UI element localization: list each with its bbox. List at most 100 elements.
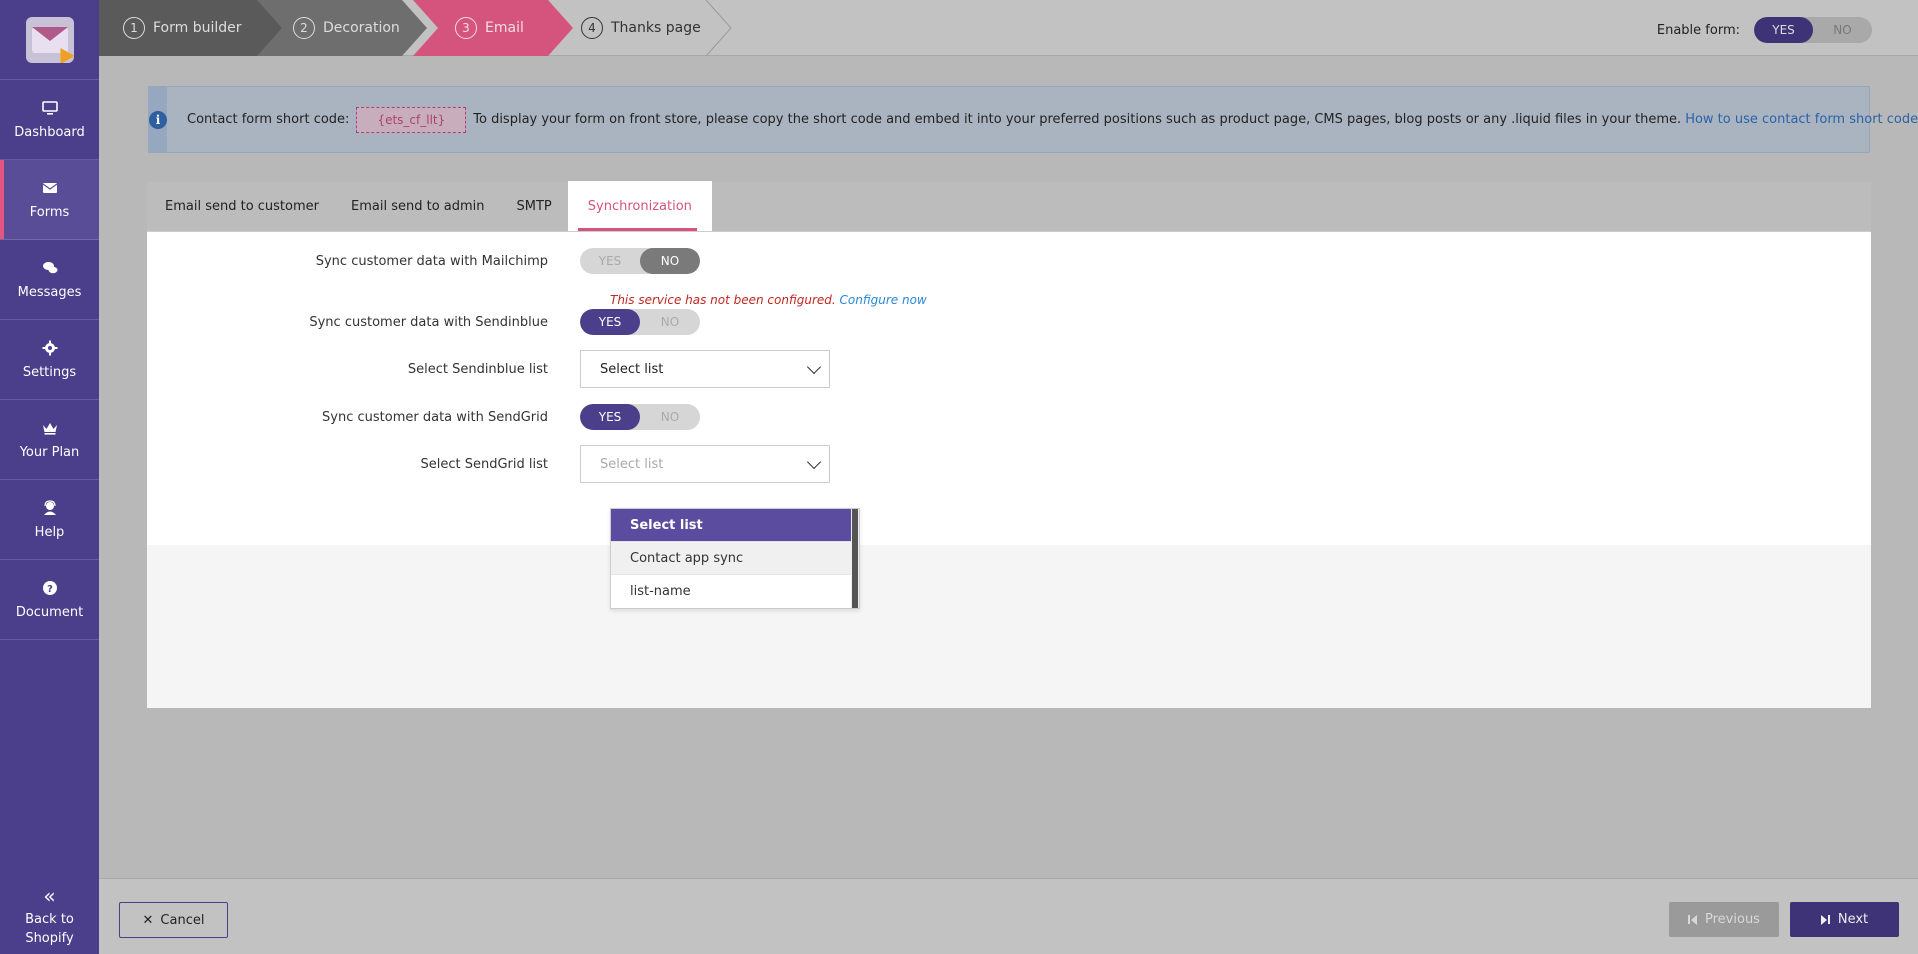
skip-forward-bar: [1827, 915, 1830, 924]
step-thanks-page[interactable]: 4 Thanks page: [554, 0, 734, 56]
sendgrid-list-select[interactable]: Select list: [580, 445, 830, 483]
shortcode-help-link[interactable]: How to use contact form short code?: [1685, 112, 1918, 127]
error-text: This service has not been configured.: [610, 293, 836, 307]
scrollbar-thumb[interactable]: [852, 509, 858, 608]
sidebar-item-label: Document: [15, 605, 84, 620]
select-placeholder: Select list: [600, 456, 664, 472]
toggle-no[interactable]: NO: [640, 309, 700, 335]
step-form-builder[interactable]: 1 Form builder: [99, 0, 284, 56]
select-value: Select list: [600, 361, 664, 377]
back-to-shopify-link[interactable]: « Back to Shopify: [0, 874, 99, 954]
sendgrid-list-dropdown: Select list Contact app sync list-name: [610, 508, 860, 609]
toggle-no[interactable]: NO: [640, 404, 700, 430]
previous-label: Previous: [1705, 912, 1760, 927]
chevron-down-icon: [806, 454, 822, 469]
sidebar-item-document[interactable]: ? Document: [0, 560, 99, 640]
email-settings-panel: Email send to customer Email send to adm…: [147, 181, 1871, 708]
mailchimp-row: Sync customer data with Mailchimp YES NO: [147, 248, 1871, 274]
sendinblue-label: Sync customer data with Sendinblue: [309, 314, 548, 330]
skip-forward-icon: [1820, 914, 1827, 925]
close-icon: ✕: [142, 912, 154, 928]
toggle-yes[interactable]: YES: [580, 404, 640, 430]
monitor-icon: [41, 99, 59, 117]
dropdown-option[interactable]: Select list: [611, 509, 851, 542]
mailchimp-error: This service has not been configured. Co…: [610, 293, 927, 307]
chevron-down-icon: [806, 359, 822, 374]
next-button[interactable]: Next: [1790, 902, 1899, 937]
sendgrid-row: Sync customer data with SendGrid YES NO: [147, 404, 1871, 430]
sendgrid-list-row: Select SendGrid list Select list: [147, 445, 1871, 483]
toggle-yes[interactable]: YES: [580, 248, 640, 274]
skip-back-triangle: [1691, 914, 1698, 925]
skip-back-icon: [1688, 915, 1691, 924]
sidebar-item-label: Messages: [17, 285, 82, 300]
step-number: 1: [123, 17, 145, 39]
tab-smtp[interactable]: SMTP: [501, 181, 568, 231]
next-label: Next: [1837, 912, 1869, 927]
sendgrid-list-label: Select SendGrid list: [420, 456, 549, 472]
email-tabs: Email send to customer Email send to adm…: [147, 181, 1871, 232]
sendinblue-list-label: Select Sendinblue list: [407, 361, 548, 377]
dropdown-scrollbar[interactable]: [851, 509, 859, 608]
step-number: 3: [455, 17, 477, 39]
enable-form-label: Enable form:: [1656, 22, 1740, 38]
toggle-no[interactable]: NO: [640, 248, 700, 274]
sidebar-item-label: Help: [34, 525, 65, 540]
sendinblue-list-row: Select Sendinblue list Select list: [147, 350, 1871, 388]
envelope-icon: [41, 179, 59, 197]
dropdown-option[interactable]: Contact app sync: [611, 542, 851, 575]
gear-icon: [41, 339, 59, 357]
cancel-button[interactable]: ✕ Cancel: [119, 902, 228, 938]
back-label-line2: Shopify: [25, 931, 74, 946]
step-label: Decoration: [323, 20, 400, 36]
dropdown-option[interactable]: list-name: [611, 575, 851, 608]
enable-form-toggle[interactable]: YES NO: [1754, 17, 1872, 43]
sendinblue-toggle[interactable]: YES NO: [580, 309, 700, 335]
toggle-yes[interactable]: YES: [580, 309, 640, 335]
synchronization-content: Sync customer data with Mailchimp YES NO…: [147, 232, 1871, 545]
sendgrid-toggle[interactable]: YES NO: [580, 404, 700, 430]
toggle-no[interactable]: NO: [1813, 17, 1872, 43]
step-number: 4: [581, 17, 603, 39]
step-arrow-icon: [705, 0, 732, 56]
sidebar-item-messages[interactable]: Messages: [0, 240, 99, 320]
step-email[interactable]: 3 Email: [413, 0, 573, 56]
previous-button[interactable]: Previous: [1669, 902, 1779, 937]
sidebar-item-help[interactable]: Help: [0, 480, 99, 560]
sidebar-item-label: Your Plan: [19, 445, 80, 460]
sidebar-item-dashboard[interactable]: Dashboard: [0, 80, 99, 160]
shortcode-info-box: i Contact form short code: {ets_cf_llt} …: [148, 86, 1918, 153]
crown-icon: [41, 419, 59, 437]
sendgrid-label: Sync customer data with SendGrid: [322, 409, 548, 425]
steps-bar: 1 Form builder 2 Decoration 3 Email 4 Th…: [99, 0, 1918, 56]
info-icon: i: [149, 110, 167, 129]
logo-icon: [25, 16, 74, 63]
app-logo: [0, 0, 99, 80]
tab-synchronization[interactable]: Synchronization: [567, 181, 712, 231]
mailchimp-label: Sync customer data with Mailchimp: [315, 253, 548, 269]
toggle-yes[interactable]: YES: [1754, 17, 1813, 43]
mailchimp-toggle[interactable]: YES NO: [580, 248, 700, 274]
step-decoration[interactable]: 2 Decoration: [257, 0, 427, 56]
sidebar-item-label: Dashboard: [14, 125, 85, 140]
sendinblue-row: Sync customer data with Sendinblue YES N…: [147, 309, 1871, 335]
tab-email-send-to-customer[interactable]: Email send to customer: [147, 181, 335, 231]
sidebar-item-settings[interactable]: Settings: [0, 320, 99, 400]
sidebar-item-label: Forms: [29, 205, 70, 220]
tab-email-send-to-admin[interactable]: Email send to admin: [335, 181, 501, 231]
back-label-line1: Back to: [25, 912, 74, 927]
sendinblue-list-select[interactable]: Select list: [580, 350, 830, 388]
chat-icon: [41, 259, 59, 277]
shortcode-value[interactable]: {ets_cf_llt}: [356, 106, 467, 133]
shortcode-description: To display your form on front store, ple…: [473, 112, 1682, 127]
step-label: Form builder: [153, 20, 242, 36]
cancel-label: Cancel: [160, 912, 205, 928]
svg-text:?: ?: [47, 584, 53, 595]
sidebar-item-your-plan[interactable]: Your Plan: [0, 400, 99, 480]
configure-now-link[interactable]: Configure now: [840, 293, 927, 307]
step-label: Thanks page: [611, 20, 701, 36]
sidebar-item-label: Settings: [22, 365, 77, 380]
double-chevron-left-icon: «: [43, 884, 56, 908]
question-circle-icon: ?: [41, 579, 59, 597]
sidebar-item-forms[interactable]: Forms: [0, 160, 99, 240]
